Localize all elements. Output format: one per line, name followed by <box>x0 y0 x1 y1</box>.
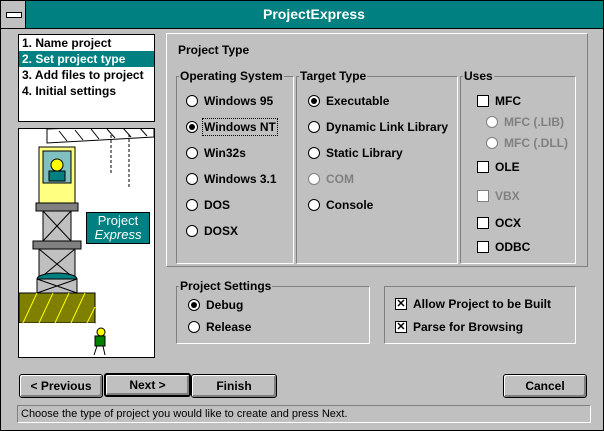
target-com: COM <box>308 170 354 188</box>
os-win32s-label: Win32s <box>204 146 246 160</box>
finish-button[interactable]: Finish <box>191 374 277 398</box>
radio-icon <box>188 321 200 333</box>
checkbox-icon <box>477 161 489 173</box>
target-console-label: Console <box>326 198 374 212</box>
checkbox-icon <box>477 95 489 107</box>
uses-ocx[interactable]: OCX <box>477 214 521 232</box>
target-type-title: Target Type <box>299 69 368 83</box>
uses-ole[interactable]: OLE <box>477 158 520 176</box>
project-settings-title: Project Settings <box>179 279 273 293</box>
wizard-illustration: Project Express <box>18 128 155 358</box>
step-initial-settings[interactable]: 4. Initial settings <box>19 83 154 99</box>
title-bar: ProjectExpress <box>1 1 603 29</box>
allow-project-built[interactable]: ✕ Allow Project to be Built <box>395 295 551 313</box>
settings-debug[interactable]: Debug <box>188 296 243 314</box>
target-dll-label: Dynamic Link Library <box>326 120 449 134</box>
cancel-button[interactable]: Cancel <box>503 374 587 398</box>
uses-title: Uses <box>463 69 494 83</box>
os-windows-nt[interactable]: Windows NT <box>186 118 278 136</box>
step-set-project-type[interactable]: 2. Set project type <box>19 51 154 67</box>
checkbox-checked-icon: ✕ <box>395 298 407 310</box>
radio-icon <box>186 147 198 159</box>
settings-release[interactable]: Release <box>188 318 251 336</box>
project-express-window: ProjectExpress 1. Name project 2. Set pr… <box>0 0 604 431</box>
radio-selected-icon <box>188 299 200 311</box>
logo-line-1: Project <box>97 213 139 228</box>
os-windows-31[interactable]: Windows 3.1 <box>186 170 277 188</box>
target-static-library-label: Static Library <box>326 146 403 160</box>
radio-selected-icon <box>308 95 320 107</box>
uses-mfc[interactable]: MFC <box>477 92 521 110</box>
uses-odbc[interactable]: ODBC <box>477 238 530 256</box>
build-options-group: ✕ Allow Project to be Built ✕ Parse for Br… <box>384 286 576 344</box>
os-windows-95[interactable]: Windows 95 <box>186 92 273 110</box>
uses-mfc-lib-label: MFC (.LIB) <box>504 115 564 129</box>
radio-icon <box>186 199 198 211</box>
checkbox-icon <box>477 217 489 229</box>
uses-odbc-label: ODBC <box>495 240 531 254</box>
uses-ole-label: OLE <box>495 160 520 174</box>
target-static-library[interactable]: Static Library <box>308 144 403 162</box>
checkbox-disabled-icon <box>477 190 489 202</box>
uses-mfc-lib: MFC (.LIB) <box>486 113 564 131</box>
target-com-label: COM <box>326 172 354 186</box>
target-dll[interactable]: Dynamic Link Library <box>308 118 448 136</box>
operating-system-title: Operating System <box>179 69 284 83</box>
project-express-logo: Project Express <box>86 212 150 244</box>
radio-icon <box>186 225 198 237</box>
parse-for-browsing[interactable]: ✕ Parse for Browsing <box>395 318 523 336</box>
target-executable[interactable]: Executable <box>308 92 389 110</box>
uses-mfc-dll: MFC (.DLL) <box>486 134 568 152</box>
radio-icon <box>308 121 320 133</box>
target-console[interactable]: Console <box>308 196 373 214</box>
allow-project-built-label: Allow Project to be Built <box>413 297 552 311</box>
radio-icon <box>308 147 320 159</box>
logo-line-2: Express <box>94 227 142 242</box>
uses-mfc-label: MFC <box>495 94 521 108</box>
radio-icon <box>186 173 198 185</box>
os-dosx-label: DOSX <box>204 224 239 238</box>
os-windows-95-label: Windows 95 <box>204 94 274 108</box>
uses-vbx: VBX <box>477 187 520 205</box>
system-menu-icon <box>6 12 22 18</box>
os-windows-nt-label: Windows NT <box>202 118 278 136</box>
target-executable-label: Executable <box>326 94 390 108</box>
next-button[interactable]: Next > <box>104 373 191 397</box>
system-menu-button[interactable] <box>1 1 26 28</box>
os-dosx[interactable]: DOSX <box>186 222 238 240</box>
uses-vbx-label: VBX <box>495 189 520 203</box>
os-dos[interactable]: DOS <box>186 196 230 214</box>
checkbox-icon <box>477 241 489 253</box>
radio-disabled-icon <box>486 116 498 128</box>
settings-debug-label: Debug <box>206 298 244 312</box>
settings-release-label: Release <box>206 320 252 334</box>
uses-group: Uses MFC MFC (.LIB) MFC (.DLL) OLE VBX O… <box>460 69 576 264</box>
radio-icon <box>186 95 198 107</box>
uses-mfc-dll-label: MFC (.DLL) <box>504 136 568 150</box>
radio-selected-icon <box>186 121 198 133</box>
checkbox-checked-icon: ✕ <box>395 321 407 333</box>
project-type-heading: Project Type <box>178 43 250 57</box>
step-name-project[interactable]: 1. Name project <box>19 35 154 51</box>
radio-icon <box>308 199 320 211</box>
os-dos-label: DOS <box>204 198 231 212</box>
radio-disabled-icon <box>308 173 320 185</box>
parse-for-browsing-label: Parse for Browsing <box>413 320 524 334</box>
operating-system-group: Operating System Windows 95 Windows NT W… <box>176 69 294 264</box>
os-windows-31-label: Windows 3.1 <box>204 172 277 186</box>
radio-disabled-icon <box>486 137 498 149</box>
uses-ocx-label: OCX <box>495 216 522 230</box>
steps-list[interactable]: 1. Name project 2. Set project type 3. A… <box>18 34 155 122</box>
previous-button[interactable]: < Previous <box>19 374 103 398</box>
project-settings-group: Project Settings Debug Release <box>176 279 370 344</box>
os-win32s[interactable]: Win32s <box>186 144 246 162</box>
window-title: ProjectExpress <box>263 6 365 22</box>
target-type-group: Target Type Executable Dynamic Link Libr… <box>296 69 458 264</box>
step-add-files[interactable]: 3. Add files to project <box>19 67 154 83</box>
status-bar: Choose the type of project you would lik… <box>17 405 591 423</box>
